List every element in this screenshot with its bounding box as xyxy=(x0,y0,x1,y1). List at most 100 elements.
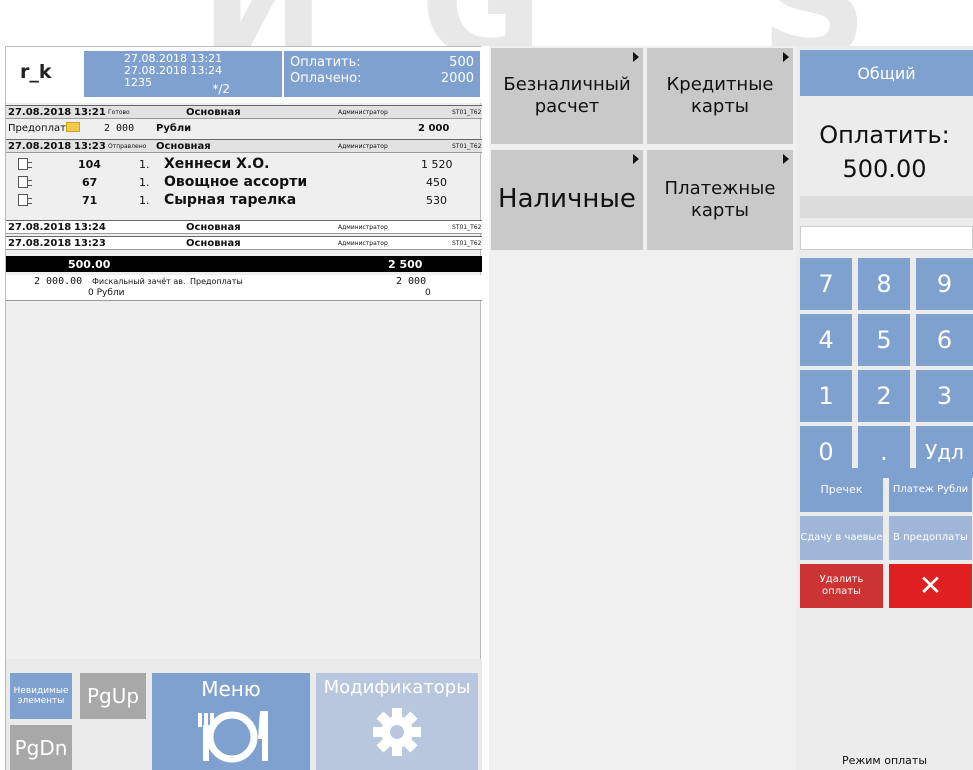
modifiers-button[interactable]: Модификаторы xyxy=(316,673,478,770)
row-user: Администратор xyxy=(338,224,388,231)
item-qty: 1. xyxy=(139,194,150,207)
pgdn-button[interactable]: PgDn xyxy=(10,725,72,770)
row-type: Основная xyxy=(186,222,241,233)
order-group-row[interactable]: 27.08.2018 13:24 Основная Администратор … xyxy=(6,220,482,234)
cash-button[interactable]: Наличные xyxy=(491,150,643,250)
key-label: 8 xyxy=(876,270,892,298)
order-suffix: */2 xyxy=(212,82,230,96)
amount-due-value: 500.00 xyxy=(842,155,927,183)
invisible-elements-button[interactable]: Невидимые элементы xyxy=(10,673,72,719)
fiscal-credit-row[interactable]: 2 000.00 Фискальный зачёт ав. Предоплаты… xyxy=(6,275,482,301)
key-3[interactable]: 3 xyxy=(916,370,973,422)
row-station: ST01_T62 xyxy=(452,240,482,247)
prepay-amount: 2 000 xyxy=(104,123,135,134)
amount-input[interactable] xyxy=(800,226,973,250)
tip-change-label: Сдачу в чаевые xyxy=(800,532,883,543)
fiscal-type: Предоплаты xyxy=(190,277,243,286)
tip-change-button[interactable]: Сдачу в чаевые xyxy=(800,516,883,560)
order-group-row[interactable]: 27.08.2018 13:23 Основная Администратор … xyxy=(6,236,482,250)
submenu-arrow-icon xyxy=(633,52,639,62)
key-6[interactable]: 6 xyxy=(916,314,973,366)
key-label: 6 xyxy=(936,326,953,354)
key-2[interactable]: 2 xyxy=(858,370,910,422)
submenu-arrow-icon xyxy=(783,154,789,164)
row-date: 27.08.2018 xyxy=(8,238,72,249)
item-code: 67 xyxy=(82,176,98,189)
item-qty: 1. xyxy=(139,158,150,171)
item-qty: 1. xyxy=(139,176,150,189)
invisible-elements-label: Невидимые элементы xyxy=(13,686,69,706)
watermark-letter: И xyxy=(200,0,326,46)
pay-rub-button[interactable]: Платеж Рубли xyxy=(889,468,972,512)
payment-cards-label: Платежные карты xyxy=(664,178,776,221)
key-7[interactable]: 7 xyxy=(800,258,852,310)
cashless-label: Безналичный расчет xyxy=(503,74,631,117)
document-icon xyxy=(18,176,32,188)
document-icon xyxy=(18,194,32,206)
row-date: 27.08.2018 xyxy=(8,222,72,233)
order-item-row[interactable]: 104 1. Хеннеси Х.О. 1 520 xyxy=(6,156,482,172)
row-status: Готово xyxy=(108,109,130,116)
close-icon: ✕ xyxy=(918,569,943,602)
row-user: Администратор xyxy=(338,240,388,247)
delete-payments-button[interactable]: Удалить оплаты xyxy=(800,564,883,608)
order-item-row[interactable]: 67 1. Овощное ассорти 450 xyxy=(6,174,482,190)
pgup-button[interactable]: PgUp xyxy=(80,673,146,719)
pgdn-label: PgDn xyxy=(14,736,68,760)
to-pay-label: Оплатить: xyxy=(290,55,361,70)
key-5[interactable]: 5 xyxy=(858,314,910,366)
key-label: 5 xyxy=(876,326,892,354)
order-controls: Невидимые элементы PgUp PgDn Меню Модифи… xyxy=(6,659,482,770)
prepay-currency: Рубли xyxy=(156,123,192,134)
fiscal-zero: 0 xyxy=(425,288,431,298)
credit-cards-button[interactable]: Кредитные карты xyxy=(647,48,793,144)
row-user: Администратор xyxy=(338,143,388,150)
payment-mode-label: Режим оплаты xyxy=(841,754,928,767)
prepay-row[interactable]: Предоплата 2 000 Рубли 2 000 xyxy=(6,121,482,137)
order-group-row[interactable]: 27.08.2018 13:21 Готово Основная Админис… xyxy=(6,105,482,119)
menu-button[interactable]: Меню xyxy=(152,673,310,770)
modifiers-label: Модификаторы xyxy=(323,677,471,698)
pgup-label: PgUp xyxy=(86,684,140,708)
payment-methods-panel: Безналичный расчет Кредитные карты Налич… xyxy=(489,46,796,770)
tab-general[interactable]: Общий xyxy=(800,50,973,96)
payment-cards-button[interactable]: Платежные карты xyxy=(647,150,793,250)
order-dates[interactable]: 27.08.2018 13:21 27.08.2018 13:24 1235 *… xyxy=(84,51,282,97)
to-prepay-button[interactable]: В предоплаты xyxy=(889,516,972,560)
key-label: 2 xyxy=(876,382,892,410)
key-1[interactable]: 1 xyxy=(800,370,852,422)
item-name: Хеннеси Х.О. xyxy=(164,156,270,172)
key-label: 9 xyxy=(936,270,953,298)
total-right: 2 500 xyxy=(388,258,423,271)
key-label: 3 xyxy=(936,382,953,410)
row-date: 27.08.2018 xyxy=(8,107,72,118)
order-item-row[interactable]: 71 1. Сырная тарелка 530 xyxy=(6,192,482,208)
precheck-button[interactable]: Пречек xyxy=(800,468,883,512)
item-code: 104 xyxy=(78,158,101,171)
row-station: ST01_T62 xyxy=(452,224,482,231)
key-label: 0 xyxy=(818,438,834,466)
prepay-label: Предоплата xyxy=(8,123,73,134)
total-left: 500.00 xyxy=(68,258,111,271)
key-8[interactable]: 8 xyxy=(858,258,910,310)
key-9[interactable]: 9 xyxy=(916,258,973,310)
paid-label: Оплачено: xyxy=(290,71,362,86)
cancel-button[interactable]: ✕ xyxy=(889,564,972,608)
item-code: 71 xyxy=(82,194,98,207)
delete-payments-label: Удалить оплаты xyxy=(819,574,864,597)
prepay-total: 2 000 xyxy=(418,123,450,134)
row-user: Администратор xyxy=(338,109,388,116)
key-label: Удл xyxy=(925,440,964,464)
item-price: 450 xyxy=(426,176,447,189)
key-4[interactable]: 4 xyxy=(800,314,852,366)
watermark-letter: G xyxy=(420,0,543,46)
order-panel: r_k 27.08.2018 13:21 27.08.2018 13:24 12… xyxy=(5,46,482,770)
precheck-label: Пречек xyxy=(820,483,863,496)
menu-label: Меню xyxy=(201,677,261,701)
row-time: 13:24 xyxy=(74,222,106,233)
cash-label: Наличные xyxy=(498,184,636,215)
item-price: 1 520 xyxy=(421,158,453,171)
cashless-button[interactable]: Безналичный расчет xyxy=(491,48,643,144)
plate-cutlery-icon xyxy=(198,711,268,763)
order-group-row[interactable]: 27.08.2018 13:23 Отправлено Основная Адм… xyxy=(6,139,482,153)
